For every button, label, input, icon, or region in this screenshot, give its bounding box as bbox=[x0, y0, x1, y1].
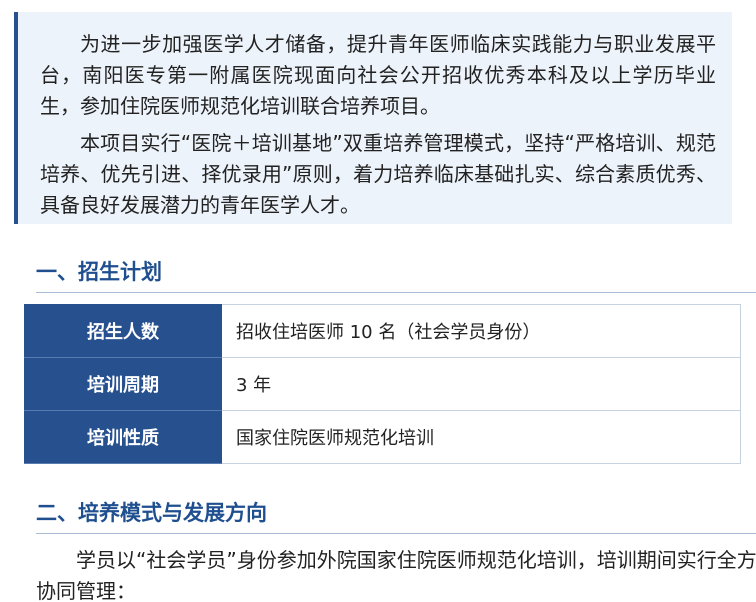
table-row-label: 培训周期 bbox=[24, 357, 222, 411]
table-row-value: 国家住院医师规范化培训 bbox=[221, 410, 741, 464]
table-row-label: 培训性质 bbox=[24, 410, 222, 464]
section-divider bbox=[36, 292, 756, 293]
section-divider bbox=[36, 533, 756, 534]
table-row: 培训周期 3 年 bbox=[24, 357, 741, 411]
section2-paragraph: 学员以“社会学员”身份参加外院国家住院医师规范化培训，培训期间实行全方位协同管理… bbox=[36, 548, 756, 602]
intro-paragraph-1: 为进一步加强医学人才储备，提升青年医师临床实践能力与职业发展平台，南阳医专第一附… bbox=[40, 32, 716, 118]
intro-callout: 为进一步加强医学人才储备，提升青年医师临床实践能力与职业发展平台，南阳医专第一附… bbox=[14, 12, 732, 224]
section-heading-enrollment-plan: 一、招生计划 bbox=[36, 260, 162, 284]
table-row: 招生人数 招收住培医师 10 名（社会学员身份） bbox=[24, 304, 741, 358]
intro-paragraph-2: 本项目实行“医院＋培训基地”双重培养管理模式，坚持“严格培训、规范培养、优先引进… bbox=[40, 131, 716, 217]
table-row: 培训性质 国家住院医师规范化培训 bbox=[24, 410, 741, 464]
enrollment-plan-table: 招生人数 招收住培医师 10 名（社会学员身份） 培训周期 3 年 培训性质 国… bbox=[24, 304, 741, 464]
table-row-label: 招生人数 bbox=[24, 304, 222, 358]
table-row-value: 3 年 bbox=[221, 357, 741, 411]
section-heading-training-mode: 二、培养模式与发展方向 bbox=[36, 501, 267, 525]
table-row-value: 招收住培医师 10 名（社会学员身份） bbox=[221, 304, 741, 358]
